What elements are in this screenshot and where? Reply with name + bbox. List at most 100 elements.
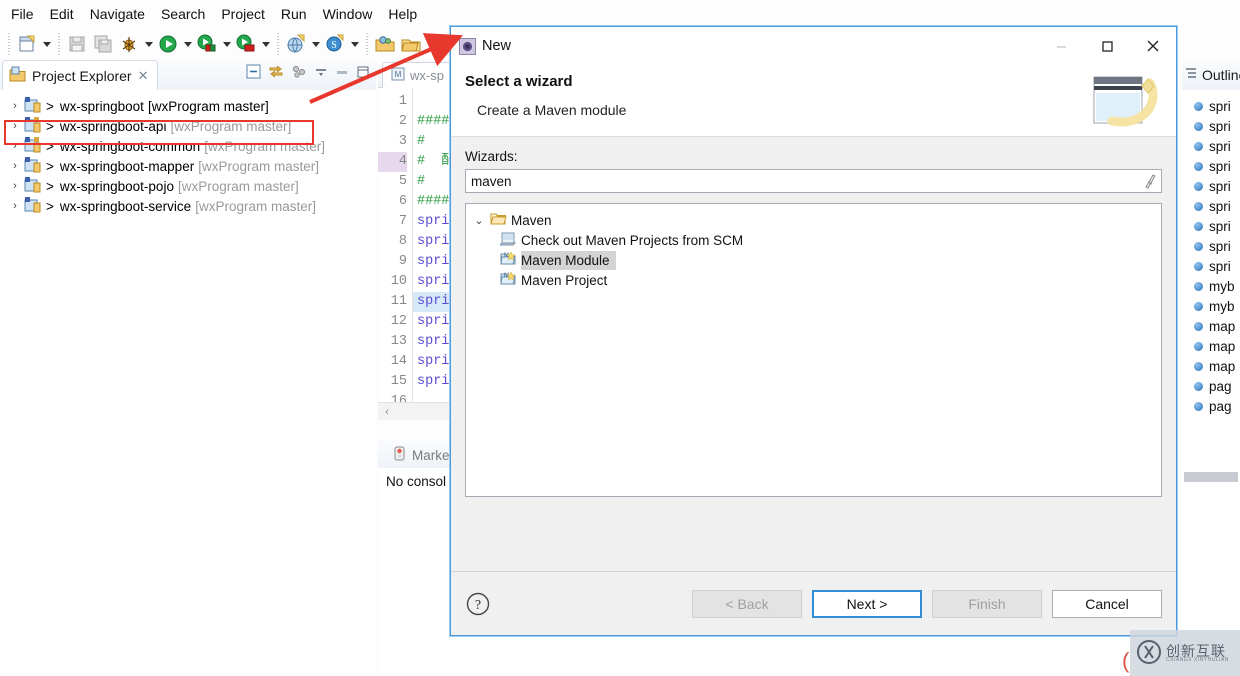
wizard-tree-row-maven-project[interactable]: M Maven Project bbox=[472, 270, 1161, 290]
twisty-icon[interactable]: › bbox=[10, 180, 20, 192]
twisty-icon[interactable]: › bbox=[10, 100, 20, 112]
run-stop-server-icon[interactable] bbox=[233, 31, 259, 57]
maximize-icon[interactable] bbox=[356, 65, 370, 82]
new-web-dropdown-icon[interactable] bbox=[309, 31, 322, 57]
tab-markers[interactable]: Marke bbox=[384, 442, 458, 468]
menu-item-window[interactable]: Window bbox=[316, 3, 380, 25]
new-file-dropdown-icon[interactable] bbox=[40, 31, 53, 57]
outline-bullet-icon bbox=[1194, 101, 1203, 111]
svg-text:M: M bbox=[395, 70, 402, 79]
list-item[interactable]: spri bbox=[1182, 176, 1240, 196]
list-item[interactable]: map bbox=[1182, 356, 1240, 376]
list-item[interactable]: pag bbox=[1182, 396, 1240, 416]
tree-row[interactable]: › > wx-springboot-pojo [wxProgram master… bbox=[0, 176, 376, 196]
tree-row[interactable]: › > wx-springboot [wxProgram master] bbox=[0, 96, 376, 116]
tab-project-explorer[interactable]: Project Explorer ✕ bbox=[2, 60, 158, 90]
dialog-titlebar[interactable]: New bbox=[451, 27, 1176, 65]
tree-row[interactable]: › > wx-springboot-mapper [wxProgram mast… bbox=[0, 156, 376, 176]
menu-item-run[interactable]: Run bbox=[274, 3, 314, 25]
list-item[interactable]: myb bbox=[1182, 276, 1240, 296]
maximize-button[interactable] bbox=[1084, 27, 1130, 65]
outline-item-label: map bbox=[1209, 338, 1236, 354]
run-stop-dropdown-icon[interactable] bbox=[259, 31, 272, 57]
search-icon[interactable]: S bbox=[322, 31, 348, 57]
list-item[interactable]: spri bbox=[1182, 196, 1240, 216]
list-item[interactable]: map bbox=[1182, 316, 1240, 336]
twisty-icon[interactable]: › bbox=[10, 200, 20, 212]
run-server-icon[interactable] bbox=[194, 31, 220, 57]
help-button[interactable]: ? bbox=[465, 591, 491, 617]
twisty-icon[interactable]: › bbox=[10, 140, 20, 152]
menu-item-search[interactable]: Search bbox=[154, 3, 212, 25]
list-item[interactable]: spri bbox=[1182, 256, 1240, 276]
outline-item-label: spri bbox=[1209, 198, 1231, 214]
menu-item-file[interactable]: File bbox=[4, 3, 41, 25]
tab-editor-file[interactable]: M wx-sp bbox=[382, 62, 453, 88]
open-resource-icon[interactable] bbox=[398, 31, 424, 57]
outline-list[interactable]: spri spri spri spri spri spri spri spri … bbox=[1182, 90, 1240, 416]
close-icon[interactable]: ✕ bbox=[138, 68, 149, 84]
restore-icon[interactable] bbox=[335, 65, 349, 82]
list-item[interactable]: map bbox=[1182, 336, 1240, 356]
list-item[interactable]: spri bbox=[1182, 156, 1240, 176]
list-item[interactable]: spri bbox=[1182, 236, 1240, 256]
project-tree[interactable]: › > wx-springboot [wxProgram master] › >… bbox=[0, 90, 376, 676]
run-dropdown-icon[interactable] bbox=[181, 31, 194, 57]
close-button[interactable] bbox=[1130, 27, 1176, 65]
outline-scrollbar[interactable] bbox=[1184, 472, 1238, 482]
new-web-icon[interactable] bbox=[283, 31, 309, 57]
filter-icon[interactable] bbox=[1143, 173, 1157, 192]
minimize-button[interactable] bbox=[1038, 27, 1084, 65]
list-item[interactable]: spri bbox=[1182, 96, 1240, 116]
outline-tab-label[interactable]: Outline bbox=[1202, 67, 1240, 83]
debug-dropdown-icon[interactable] bbox=[142, 31, 155, 57]
link-with-editor-icon[interactable] bbox=[268, 64, 284, 82]
run-icon[interactable] bbox=[155, 31, 181, 57]
dialog-heading: Select a wizard bbox=[465, 73, 573, 90]
list-item[interactable]: pag bbox=[1182, 376, 1240, 396]
tree-row[interactable]: › > wx-springboot-common [wxProgram mast… bbox=[0, 136, 376, 156]
wizard-tree-row-maven[interactable]: ⌄ Maven bbox=[472, 210, 1161, 230]
open-type-icon[interactable] bbox=[372, 31, 398, 57]
view-menu-icon[interactable] bbox=[291, 64, 307, 82]
wizard-tree-row-maven-module[interactable]: M Maven Module bbox=[472, 250, 1161, 270]
outline-bullet-icon bbox=[1194, 281, 1203, 291]
menu-item-project[interactable]: Project bbox=[214, 3, 272, 25]
menu-item-help[interactable]: Help bbox=[381, 3, 424, 25]
project-explorer-icon bbox=[9, 66, 26, 86]
tree-row-branch: [wxProgram master] bbox=[198, 158, 319, 174]
list-item[interactable]: spri bbox=[1182, 136, 1240, 156]
search-input[interactable]: maven bbox=[465, 169, 1162, 193]
maven-project-icon: M bbox=[500, 271, 517, 289]
watermark-logo-icon bbox=[1136, 639, 1162, 668]
debug-icon[interactable] bbox=[116, 31, 142, 57]
watermark-en: CXIANGX XINYHULIAN bbox=[1166, 656, 1229, 663]
cancel-button[interactable]: Cancel bbox=[1052, 589, 1162, 618]
tree-row[interactable]: › > wx-springboot-api [wxProgram master] bbox=[0, 116, 376, 136]
twisty-icon[interactable]: › bbox=[10, 160, 20, 172]
menu-item-edit[interactable]: Edit bbox=[43, 3, 81, 25]
chevron-down-icon[interactable]: ⌄ bbox=[472, 214, 486, 227]
project-icon bbox=[24, 96, 41, 116]
twisty-icon[interactable]: › bbox=[10, 120, 20, 132]
search-dropdown-icon[interactable] bbox=[348, 31, 361, 57]
pencil-icon[interactable] bbox=[424, 31, 450, 57]
watermark: 创新互联 CXIANGX XINYHULIAN ( bbox=[1122, 630, 1240, 676]
tree-row-name: wx-springboot-pojo bbox=[59, 178, 174, 194]
outline-bullet-icon bbox=[1194, 261, 1203, 271]
list-item[interactable]: spri bbox=[1182, 116, 1240, 136]
new-file-icon[interactable] bbox=[14, 31, 40, 57]
tree-row[interactable]: › > wx-springboot-service [wxProgram mas… bbox=[0, 196, 376, 216]
wizard-tree-row-scm-checkout[interactable]: Check out Maven Projects from SCM bbox=[472, 230, 1161, 250]
wizard-tree[interactable]: ⌄ Maven Check out Maven Projects from SC… bbox=[465, 203, 1162, 497]
collapse-all-icon[interactable] bbox=[246, 64, 261, 82]
list-item[interactable]: myb bbox=[1182, 296, 1240, 316]
list-item[interactable]: spri bbox=[1182, 216, 1240, 236]
next-button[interactable]: Next > bbox=[812, 589, 922, 618]
outline-item-label: spri bbox=[1209, 258, 1231, 274]
menu-item-navigate[interactable]: Navigate bbox=[83, 3, 152, 25]
line-number: 11 bbox=[390, 294, 407, 309]
scroll-left-icon[interactable]: ‹ bbox=[378, 406, 396, 418]
run-server-dropdown-icon[interactable] bbox=[220, 31, 233, 57]
minimize-icon[interactable] bbox=[314, 65, 328, 82]
